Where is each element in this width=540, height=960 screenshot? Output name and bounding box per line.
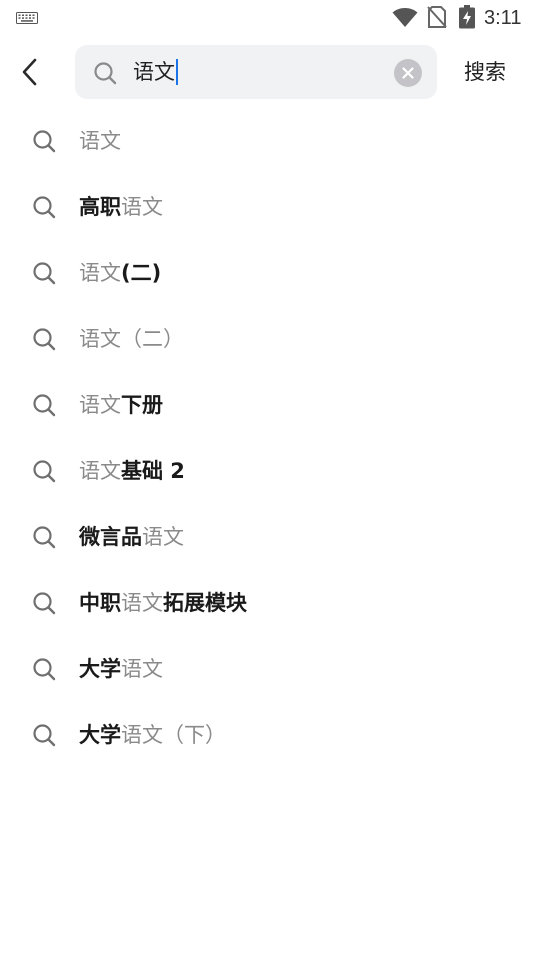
clear-search-button[interactable]: [394, 59, 422, 87]
close-icon: [402, 67, 414, 79]
suggestion-text: 语文下册: [79, 391, 163, 419]
search-icon: [33, 724, 56, 747]
status-time: 3:11: [484, 7, 522, 29]
suggestion-text: 微言品语文: [79, 523, 184, 551]
chevron-left-icon: [22, 58, 37, 86]
suggestion-plain-segment: 下册: [121, 393, 163, 417]
suggestion-item-3[interactable]: 语文(二): [0, 240, 540, 306]
suggestion-match-segment: 语文: [142, 525, 184, 549]
search-icon: [33, 130, 56, 153]
suggestion-plain-segment: (二): [121, 261, 162, 285]
suggestion-match-segment: 语文: [121, 591, 163, 615]
suggestion-text: 语文（二）: [79, 325, 184, 353]
suggestion-match-segment: 语文: [79, 129, 121, 153]
suggestion-item-2[interactable]: 高职语文: [0, 174, 540, 240]
battery-charging-icon: [459, 5, 475, 29]
suggestion-text: 高职语文: [79, 193, 163, 221]
text-caret: [176, 59, 178, 85]
suggestion-match-segment: 语文: [79, 393, 121, 417]
search-icon: [33, 460, 56, 483]
suggestion-item-8[interactable]: 中职语文拓展模块: [0, 570, 540, 636]
suggestion-plain-segment: 微言品: [79, 525, 142, 549]
search-button[interactable]: 搜索: [455, 58, 515, 86]
suggestion-text: 语文: [79, 127, 121, 155]
suggestion-plain-segment: 大学: [79, 723, 121, 747]
search-box[interactable]: 语文: [75, 45, 437, 99]
suggestion-match-segment: 语文: [121, 657, 163, 681]
wifi-icon: [392, 8, 418, 27]
suggestion-plain-segment: 拓展模块: [163, 591, 247, 615]
search-input-value: 语文: [133, 60, 175, 84]
suggestion-item-4[interactable]: 语文（二）: [0, 306, 540, 372]
suggestion-text: 大学语文（下）: [79, 721, 226, 749]
suggestion-match-segment: 语文: [121, 195, 163, 219]
suggestion-plain-segment: 中职: [79, 591, 121, 615]
search-icon: [33, 658, 56, 681]
status-bar: 3:11: [0, 0, 540, 36]
suggestion-item-5[interactable]: 语文下册: [0, 372, 540, 438]
suggestion-text: 中职语文拓展模块: [79, 589, 247, 617]
search-icon: [94, 62, 117, 85]
suggestion-plain-segment: 高职: [79, 195, 121, 219]
search-icon: [33, 328, 56, 351]
suggestion-text: 语文(二): [79, 259, 161, 287]
search-icon: [33, 262, 56, 285]
suggestion-item-6[interactable]: 语文基础 2: [0, 438, 540, 504]
keyboard-icon: [16, 12, 38, 24]
suggestion-plain-segment: 基础 2: [121, 459, 185, 483]
suggestion-plain-segment: 大学: [79, 657, 121, 681]
suggestion-match-segment: 语文: [79, 261, 121, 285]
suggestion-item-7[interactable]: 微言品语文: [0, 504, 540, 570]
suggestion-match-segment: 语文（下）: [121, 723, 226, 747]
suggestion-match-segment: 语文: [79, 459, 121, 483]
back-button[interactable]: [8, 50, 52, 94]
suggestion-list: 语文 高职语文 语文(二) 语文（二） 语文下册 语文基础 2 微言品语文 中职…: [0, 108, 540, 768]
suggestion-text: 大学语文: [79, 655, 163, 683]
suggestion-match-segment: 语文（二）: [79, 327, 184, 351]
search-icon: [33, 196, 56, 219]
search-input[interactable]: 语文: [133, 59, 178, 85]
suggestion-item-10[interactable]: 大学语文（下）: [0, 702, 540, 768]
no-sim-icon: [427, 6, 447, 28]
suggestion-text: 语文基础 2: [79, 457, 185, 485]
suggestion-item-9[interactable]: 大学语文: [0, 636, 540, 702]
suggestion-item-1[interactable]: 语文: [0, 108, 540, 174]
search-icon: [33, 592, 56, 615]
search-icon: [33, 526, 56, 549]
search-icon: [33, 394, 56, 417]
